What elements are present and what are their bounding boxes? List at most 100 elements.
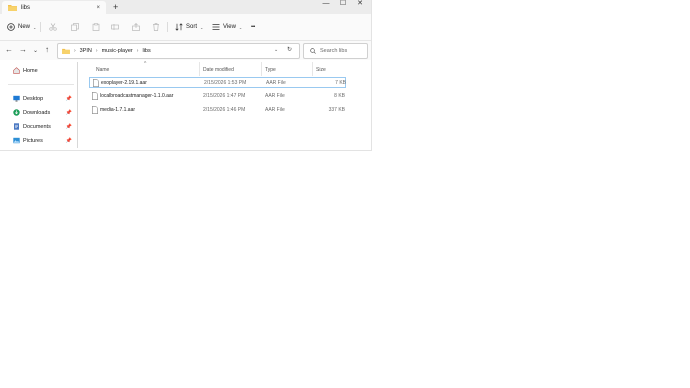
view-button[interactable]: View ⌄ [212,21,242,33]
share-icon [132,23,140,31]
file-size: 7 KB [335,80,346,86]
command-bar: New ⌄ Sort ⌄ View ⌄ ••• [0,14,371,41]
up-button[interactable]: ↑ [45,45,49,55]
column-header-type[interactable]: Type [265,67,276,73]
nav-item-documents[interactable]: Documents 📌 [13,122,75,131]
tab-libs[interactable]: libs × [2,1,106,14]
file-date: 2/15/2026 1:46 PM [203,107,246,113]
more-options-button[interactable]: ••• [251,21,255,33]
arrow-right-icon: → [19,45,27,54]
paste-button[interactable] [92,21,100,33]
chevron-down-icon: ⌄ [200,24,204,30]
pin-icon: 📌 [65,95,72,102]
nav-item-home[interactable]: Home [13,66,75,75]
column-header-date[interactable]: Date modified [203,67,234,73]
search-box[interactable]: Search libs [303,43,368,59]
column-divider[interactable] [199,62,200,76]
file-size: 337 KB [328,107,345,113]
new-button-label: New [18,24,31,30]
rename-icon [111,24,119,30]
breadcrumb-chevron-icon: › [95,48,98,54]
pane-splitter[interactable] [77,62,78,148]
file-icon [93,79,99,87]
navigation-pane: Home Desktop 📌 Downloads 📌 Documents 📌 P… [0,60,77,150]
paste-icon [92,23,100,31]
column-header-name[interactable]: Name [96,67,109,73]
nav-item-pictures[interactable]: Pictures 📌 [13,136,75,145]
nav-item-label: Downloads [23,109,51,116]
file-type: AAR File [265,107,285,113]
delete-button[interactable] [152,21,160,33]
nav-item-label: Documents [23,123,51,130]
copy-icon [71,23,79,31]
file-type: AAR File [265,93,285,99]
tab-close-icon[interactable]: × [96,5,100,11]
toolbar-divider [40,22,41,32]
rename-button[interactable] [111,21,119,33]
title-bar: libs × + — ☐ ✕ [0,0,371,14]
view-label: View [223,24,236,30]
new-tab-button[interactable]: + [113,2,118,12]
sort-icon [175,23,183,31]
file-date: 2/15/2026 1:53 PM [204,80,247,86]
sort-label: Sort [186,24,198,30]
nav-item-label: Home [23,67,38,74]
chevron-down-icon: ⌄ [33,48,39,54]
close-window-button[interactable]: ✕ [350,0,370,8]
file-list: ^ Name Date modified Type Size exoplayer… [80,60,370,150]
chevron-down-icon: ⌄ [33,24,37,30]
pin-icon: 📌 [65,123,72,130]
share-button[interactable] [132,21,140,33]
toolbar-divider [167,22,168,32]
home-icon [13,67,20,74]
nav-item-downloads[interactable]: Downloads 📌 [13,108,75,117]
arrow-left-icon: ← [5,45,13,54]
pin-icon: 📌 [65,109,72,116]
file-icon [92,106,98,114]
search-icon [310,48,316,54]
nav-divider [8,84,74,85]
file-row[interactable]: localbroadcastmanager-1.1.0.aar 2/15/202… [89,91,346,102]
downloads-icon [13,109,20,116]
copy-button[interactable] [71,21,79,33]
column-header-size[interactable]: Size [316,67,326,73]
new-button[interactable]: New ⌄ [7,21,36,33]
arrow-up-icon: ↑ [45,45,49,54]
file-explorer-window: libs × + — ☐ ✕ New ⌄ Sort ⌄ View ⌄ ••• ←… [0,0,372,151]
file-date: 2/15/2026 1:47 PM [203,93,246,99]
refresh-icon[interactable]: ↻ [287,46,292,53]
sort-ascending-icon: ^ [144,61,147,67]
address-dropdown-icon[interactable]: ⌄ [274,47,278,53]
sort-button[interactable]: Sort ⌄ [175,21,203,33]
forward-button[interactable]: → [19,45,27,55]
tab-title: libs [21,4,31,11]
address-bar[interactable]: › 3PIN › music-player › libs ⌄ ↻ [57,43,300,59]
pictures-icon [13,137,20,144]
pin-icon: 📌 [65,137,72,144]
nav-item-desktop[interactable]: Desktop 📌 [13,94,75,103]
file-row[interactable]: exoplayer-2.19.1.aar 2/15/2026 1:53 PM A… [89,77,346,88]
file-icon [92,92,98,100]
file-name: exoplayer-2.19.1.aar [101,80,147,86]
address-row: ← → ⌄ ↑ › 3PIN › music-player › libs ⌄ ↻… [0,41,371,60]
breadcrumb-chevron-icon: › [136,48,139,54]
back-button[interactable]: ← [5,45,13,55]
recent-locations-button[interactable]: ⌄ [33,46,38,56]
file-row[interactable]: media-1.7.1.aar 2/15/2026 1:46 PM AAR Fi… [89,105,346,116]
breadcrumb-chevron-icon: › [74,48,76,54]
breadcrumb-libs[interactable]: libs [142,48,150,54]
search-placeholder: Search libs [320,48,348,54]
desktop-icon [13,95,20,102]
file-name: localbroadcastmanager-1.1.0.aar [100,93,174,99]
cut-button[interactable] [49,21,57,33]
folder-icon [62,48,70,54]
new-plus-icon [7,23,15,31]
trash-icon [153,23,159,31]
column-divider[interactable] [261,62,262,76]
folder-icon [8,5,17,11]
breadcrumb-music-player[interactable]: music-player [102,48,133,54]
column-divider[interactable] [312,62,313,76]
cut-icon [49,23,57,31]
breadcrumb-3pin[interactable]: 3PIN [80,48,92,54]
documents-icon [14,123,19,130]
